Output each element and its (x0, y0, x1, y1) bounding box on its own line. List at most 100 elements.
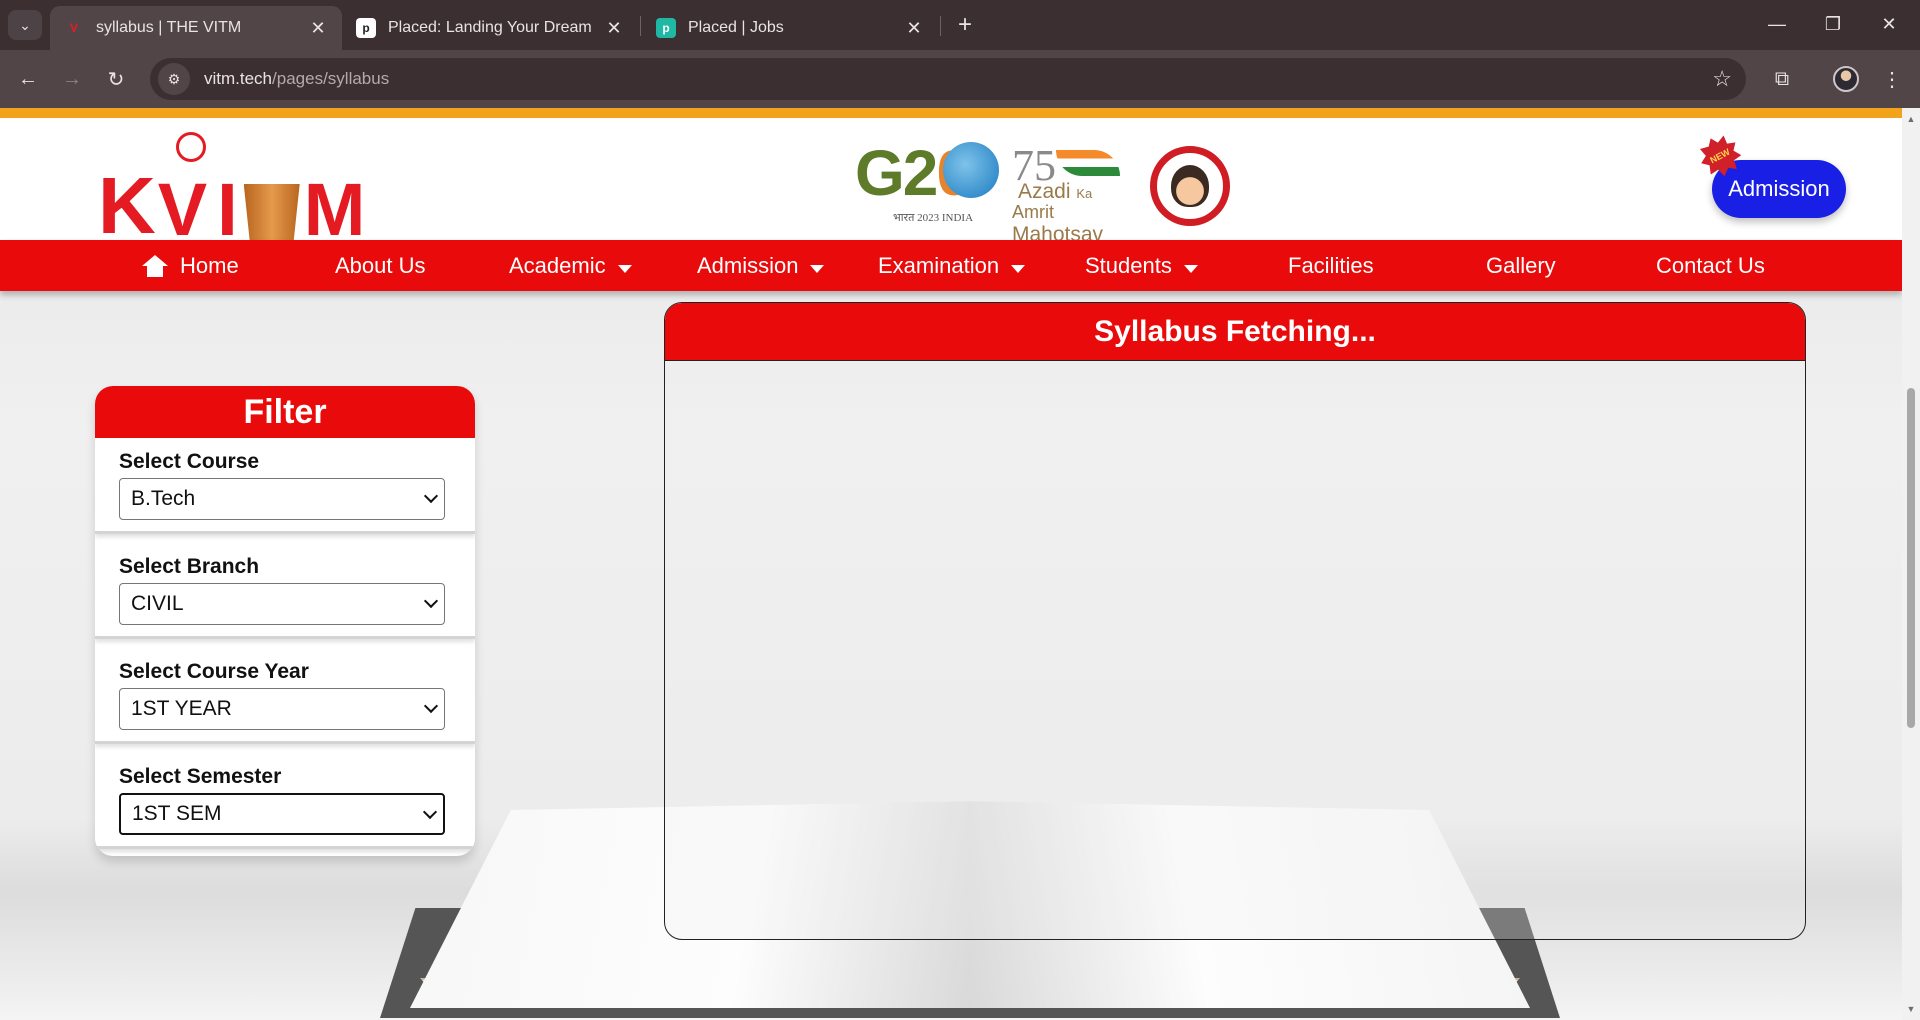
close-icon[interactable]: ✕ (308, 18, 328, 39)
chevron-down-icon: ⌄ (19, 16, 31, 33)
nav-facilities[interactable]: Facilities (1288, 240, 1374, 291)
admission-button[interactable]: Admission (1712, 160, 1846, 218)
forward-button[interactable]: → (56, 63, 88, 95)
field-label: Select Branch (119, 555, 260, 578)
restore-icon: ❐ (1824, 13, 1842, 34)
filter-title: Filter (95, 386, 475, 438)
scroll-up-icon[interactable]: ▲ (1906, 114, 1916, 124)
chevron-down-icon (422, 804, 438, 820)
page-viewport: KV IM G20 भारत 2023 INDIA 75 Azadi Ka Am… (0, 108, 1902, 1020)
reload-button[interactable]: ↻ (100, 63, 132, 95)
browser-tab-strip: ⌄ V syllabus | THE VITM ✕ p Placed: Land… (0, 0, 1920, 50)
nav-label: Examination (878, 252, 1000, 278)
course-select[interactable]: B.Tech (119, 478, 445, 520)
reload-icon: ↻ (107, 68, 125, 91)
nav-label: Facilities (1288, 252, 1374, 278)
plus-icon: + (957, 11, 972, 38)
nav-label: Students (1085, 252, 1172, 278)
caret-down-icon (810, 264, 825, 273)
top-accent-strip (0, 108, 1902, 118)
globe-icon (943, 142, 999, 198)
logo-letters: KV IM (98, 160, 367, 258)
star-icon[interactable]: ☆ (1712, 66, 1732, 92)
extensions-button[interactable]: ⧉ (1766, 63, 1798, 95)
minimize-button[interactable]: — (1754, 6, 1800, 42)
scroll-down-icon[interactable]: ▼ (1906, 1004, 1916, 1014)
course-year-select[interactable]: 1ST YEAR (119, 688, 445, 730)
close-icon: ✕ (1881, 13, 1897, 34)
semester-select[interactable]: 1ST SEM (119, 793, 445, 835)
kebab-icon: ⋮ (1882, 68, 1902, 91)
page-scrollbar[interactable]: ▲ ▼ (1902, 108, 1920, 1020)
url-text[interactable]: vitm.tech/pages/syllabus (204, 69, 389, 89)
restore-button[interactable]: ❐ (1810, 6, 1856, 42)
caret-down-icon (617, 264, 632, 273)
nav-label: Home (180, 252, 239, 278)
nav-contact-us[interactable]: Contact Us (1656, 240, 1765, 291)
minimize-icon: — (1768, 13, 1786, 34)
profile-button[interactable] (1830, 63, 1862, 95)
field-label: Select Course (119, 450, 260, 473)
nav-students[interactable]: Students (1085, 240, 1198, 291)
close-window-button[interactable]: ✕ (1866, 6, 1912, 42)
url-host: vitm.tech (204, 69, 273, 88)
selected-value: CIVIL (131, 592, 184, 615)
selected-value: B.Tech (131, 487, 196, 510)
tab-separator (640, 16, 641, 36)
nav-examination[interactable]: Examination (878, 240, 1026, 291)
close-icon[interactable]: ✕ (904, 18, 924, 39)
scroll-thumb[interactable] (1907, 388, 1915, 728)
menu-button[interactable]: ⋮ (1876, 63, 1908, 95)
girl-face-icon (1171, 165, 1209, 207)
tab-list-button[interactable]: ⌄ (8, 10, 42, 40)
g20-logo: G20 भारत 2023 INDIA (855, 136, 1005, 232)
avatar (1833, 66, 1859, 92)
nav-about-us[interactable]: About Us (335, 240, 426, 291)
arrow-right-icon: → (62, 67, 82, 90)
nav-label: Academic (509, 252, 606, 278)
azadi-ka-amrit-mahotsav-logo: 75 Azadi Ka Amrit Mahotsav (1012, 140, 1142, 246)
tab-placed-jobs[interactable]: p Placed | Jobs ✕ (642, 6, 938, 50)
selected-value: 1ST YEAR (131, 697, 232, 720)
puzzle-icon: ⧉ (1774, 67, 1790, 90)
close-icon[interactable]: ✕ (604, 18, 624, 39)
back-button[interactable]: ← (12, 63, 44, 95)
branch-field: Select Branch CIVIL (95, 543, 475, 639)
nav-label: Contact Us (1656, 252, 1765, 278)
tune-icon: ⚙ (167, 70, 181, 87)
syllabus-panel: Syllabus Fetching... (664, 302, 1806, 940)
tab-separator (940, 16, 941, 36)
chevron-down-icon (423, 593, 439, 609)
nav-home[interactable]: Home (142, 240, 239, 291)
placed-favicon-icon: p (356, 18, 376, 38)
main-navigation: Home About Us Academic Admission Examina… (0, 240, 1902, 291)
address-bar[interactable]: ⚙ vitm.tech/pages/syllabus ☆ (150, 58, 1746, 100)
nav-label: Gallery (1486, 252, 1556, 278)
nav-label: About Us (335, 252, 426, 278)
nav-admission[interactable]: Admission (697, 240, 825, 291)
chevron-down-icon (423, 698, 439, 714)
tab-syllabus[interactable]: V syllabus | THE VITM ✕ (50, 6, 342, 50)
vitm-logo[interactable]: KV IM (98, 132, 378, 258)
nav-academic[interactable]: Academic (509, 240, 632, 291)
semester-field: Select Semester 1ST SEM (95, 753, 475, 849)
caret-down-icon (1183, 264, 1198, 273)
new-tab-button[interactable]: + (950, 10, 980, 40)
chevron-down-icon (423, 488, 439, 504)
beti-bachao-logo (1150, 146, 1230, 226)
field-label: Select Semester (119, 765, 282, 788)
vitm-favicon-icon: V (69, 21, 78, 35)
site-header: KV IM G20 भारत 2023 INDIA 75 Azadi Ka Am… (0, 118, 1902, 258)
emblem-icon (176, 132, 206, 162)
tab-placed-landing[interactable]: p Placed: Landing Your Dream Tec ✕ (342, 6, 638, 50)
browser-toolbar: ← → ↻ ⚙ vitm.tech/pages/syllabus ☆ ⧉ ⋮ (0, 50, 1920, 108)
tab-title: Placed | Jobs (688, 19, 784, 36)
site-info-button[interactable]: ⚙ (158, 63, 190, 95)
g20-subtitle: भारत 2023 INDIA (893, 212, 974, 224)
nav-gallery[interactable]: Gallery (1486, 240, 1556, 291)
url-path: /pages/syllabus (272, 69, 390, 88)
azadi-line: Azadi Ka (1018, 180, 1093, 203)
tab-title: syllabus | THE VITM (96, 19, 242, 36)
arrow-left-icon: ← (18, 67, 38, 90)
branch-select[interactable]: CIVIL (119, 583, 445, 625)
